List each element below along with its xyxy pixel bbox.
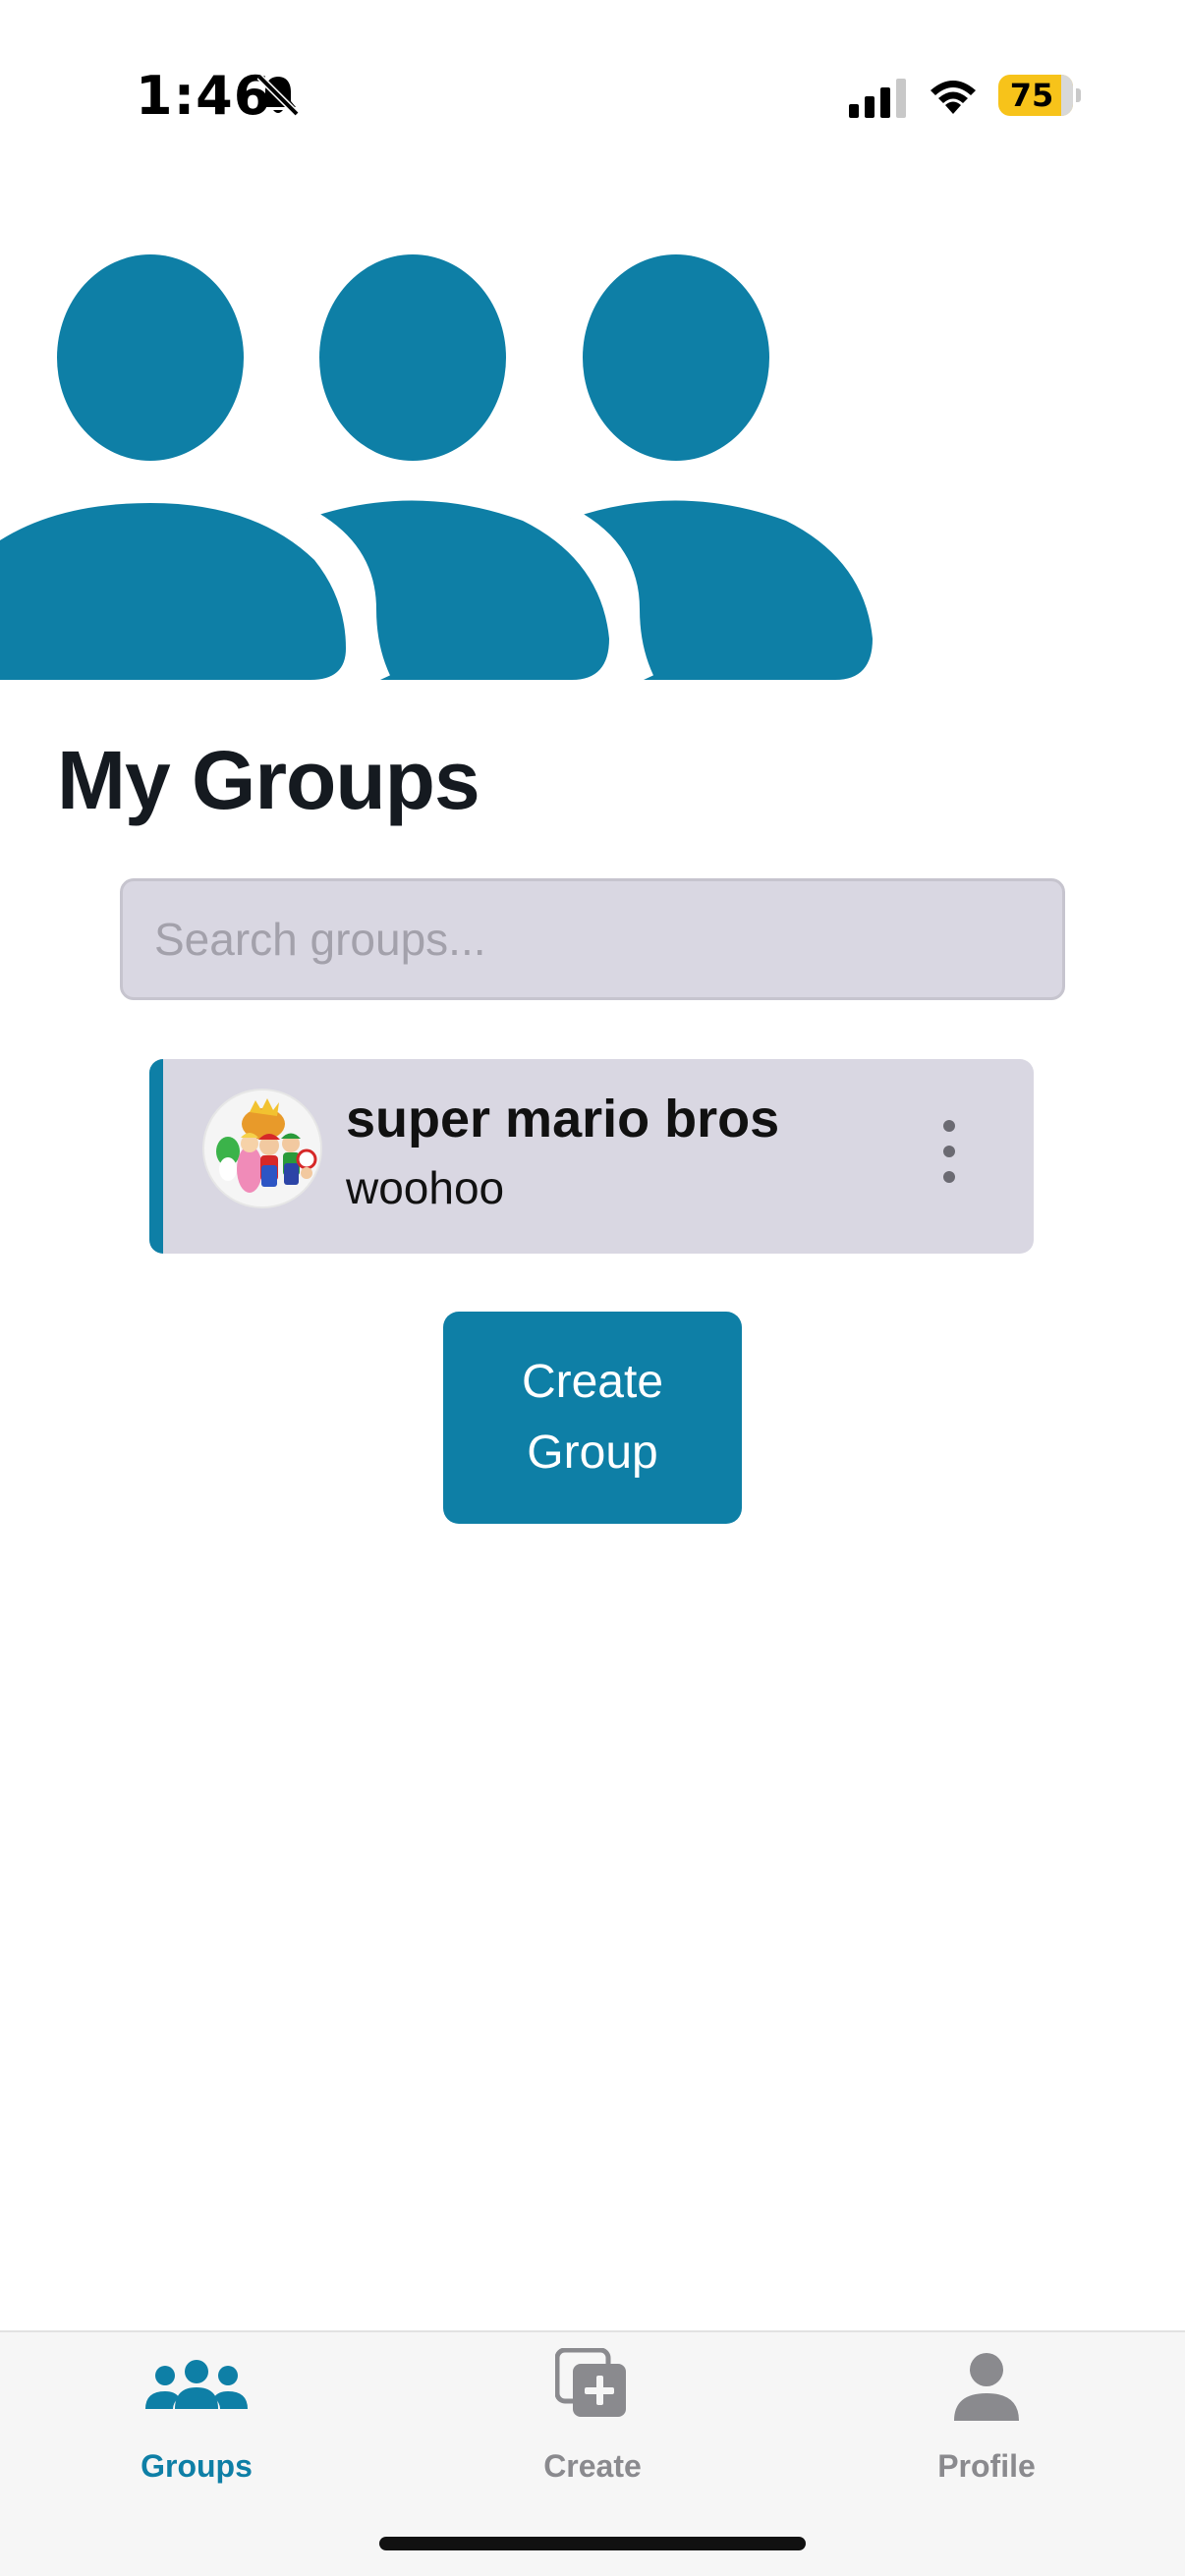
group-card-accent: [149, 1059, 163, 1254]
users-group-icon: [0, 254, 873, 685]
group-description: woohoo: [346, 1162, 505, 1213]
home-indicator[interactable]: [379, 2537, 806, 2550]
tab-profile[interactable]: Profile: [859, 2332, 1114, 2499]
more-vertical-icon[interactable]: [931, 1112, 967, 1191]
create-group-button[interactable]: Create Group: [443, 1312, 742, 1524]
menu-dot: [943, 1120, 955, 1132]
status-time: 1:46: [136, 65, 272, 127]
group-name: super mario bros: [346, 1090, 780, 1148]
person-icon: [954, 2353, 1019, 2421]
users-icon: [145, 2360, 248, 2409]
group-card[interactable]: super mario bros woohoo: [149, 1059, 1034, 1254]
tab-label: Groups: [141, 2448, 253, 2484]
battery-icon: 75: [998, 75, 1081, 116]
tab-groups[interactable]: Groups: [69, 2332, 324, 2499]
battery-level: 75: [1009, 77, 1054, 114]
group-avatar-image: [202, 1089, 322, 1208]
tab-create[interactable]: Create: [465, 2332, 720, 2499]
group-avatar-illustration: [204, 1091, 320, 1206]
search-input[interactable]: [120, 878, 1065, 1000]
wifi-icon: [931, 81, 976, 114]
tab-label: Create: [543, 2448, 642, 2484]
battery-empty-part: [1061, 75, 1073, 116]
add-square-icon: [555, 2348, 626, 2417]
tab-label: Profile: [937, 2448, 1036, 2484]
bell-slash-icon: [256, 74, 300, 117]
page-title: My Groups: [57, 734, 480, 826]
cellular-signal-icon: [849, 79, 906, 118]
menu-dot: [943, 1146, 955, 1157]
status-bar: 1:46 75: [0, 0, 1185, 187]
menu-dot: [943, 1171, 955, 1183]
